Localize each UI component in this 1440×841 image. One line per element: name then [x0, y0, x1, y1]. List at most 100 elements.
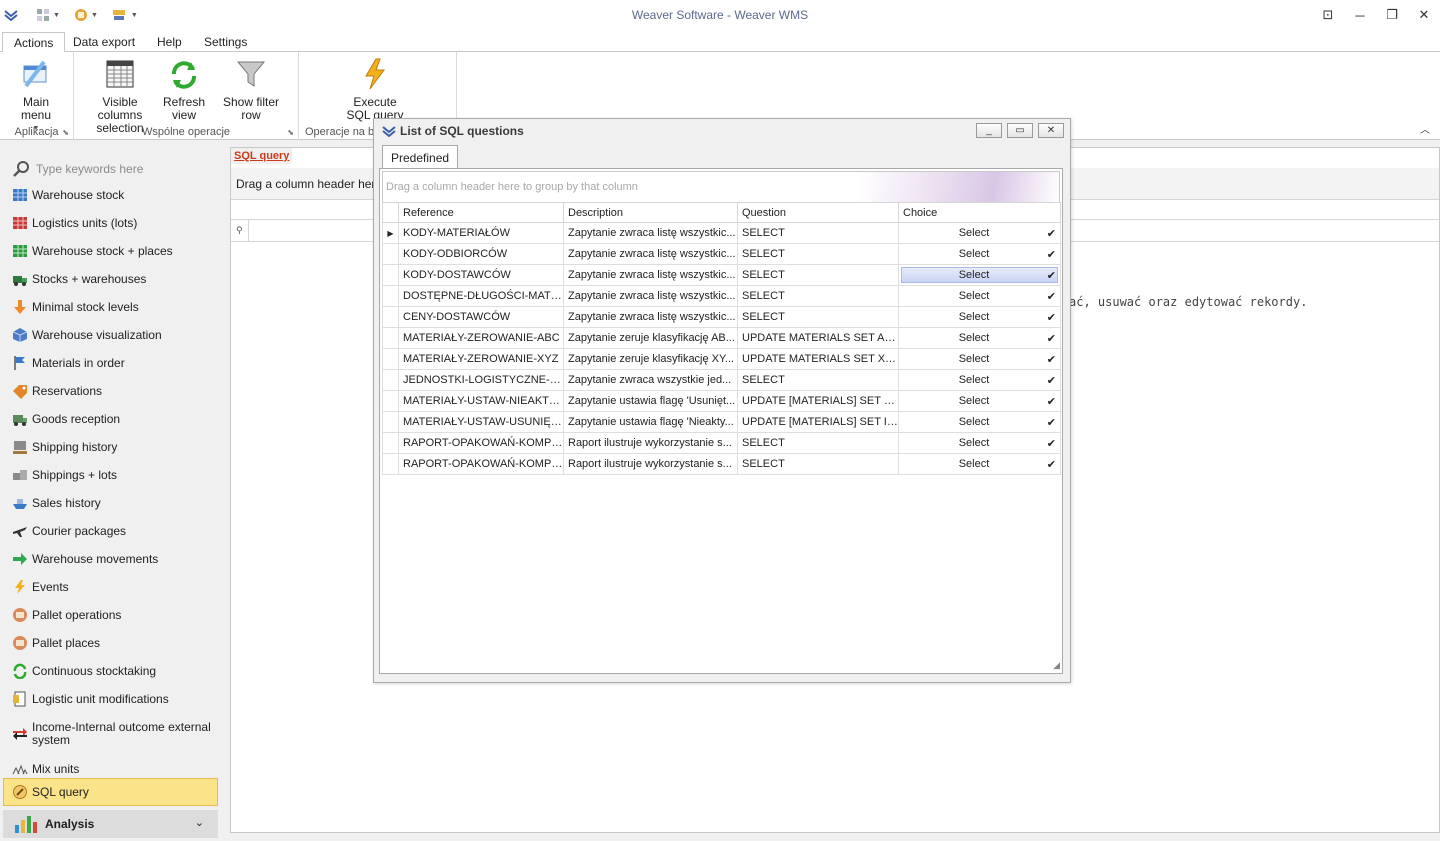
- cell-description[interactable]: Zapytanie ustawia flagę 'Usunięt...: [563, 390, 738, 412]
- choice-value[interactable]: Select: [900, 227, 1050, 239]
- cell-description[interactable]: Zapytanie zwraca listę wszystkic...: [563, 306, 738, 328]
- dropdown-check-icon[interactable]: ✔: [1047, 227, 1056, 240]
- show-filter-row-button[interactable]: Show filter row: [212, 56, 290, 122]
- nav-item-pallet-places[interactable]: Pallet places: [0, 629, 228, 657]
- choice-value[interactable]: Select: [900, 269, 1050, 281]
- cell-question[interactable]: SELECT: [737, 453, 899, 475]
- choice-value[interactable]: Select: [900, 311, 1050, 323]
- table-row[interactable]: MATERIAŁY-USTAW-NIEAKTY... Zapytanie usta…: [382, 390, 1061, 412]
- table-row[interactable]: RAPORT-OPAKOWAŃ-KOMPLE... Raport ilustruj…: [382, 453, 1061, 475]
- tab-predefined[interactable]: Predefined: [382, 145, 459, 169]
- restore-button[interactable]: ❐: [1376, 0, 1408, 30]
- cell-question[interactable]: UPDATE [MATERIALS] SET RE...: [737, 390, 899, 412]
- dropdown-check-icon[interactable]: ✔: [1047, 311, 1056, 324]
- tab-actions[interactable]: Actions: [2, 32, 66, 53]
- tab-help[interactable]: Help: [146, 32, 193, 53]
- search-input[interactable]: Type keywords here: [36, 162, 143, 176]
- cell-reference[interactable]: MATERIAŁY-USTAW-NIEAKTY...: [398, 390, 564, 412]
- focus-icon[interactable]: ⊡: [1312, 0, 1344, 30]
- cell-reference[interactable]: KODY-ODBIORCÓW: [398, 243, 564, 265]
- choice-value[interactable]: Select: [900, 395, 1050, 407]
- dropdown-check-icon[interactable]: ✔: [1047, 374, 1056, 387]
- cell-reference[interactable]: MATERIAŁY-ZEROWANIE-ABC: [398, 327, 564, 349]
- nav-item-events[interactable]: Events: [0, 573, 228, 601]
- column-header-choice[interactable]: Choice: [898, 202, 1061, 223]
- nav-item-minimal-stock-levels[interactable]: Minimal stock levels: [0, 293, 228, 321]
- cell-question[interactable]: SELECT: [737, 222, 899, 244]
- choice-value[interactable]: Select: [900, 248, 1050, 260]
- cell-description[interactable]: Zapytanie zwraca wszystkie jed...: [563, 369, 738, 391]
- nav-item-sql-query[interactable]: SQL query: [3, 778, 218, 806]
- column-header-description[interactable]: Description: [563, 202, 738, 223]
- cell-reference[interactable]: RAPORT-OPAKOWAŃ-KOMPLE...: [398, 453, 564, 475]
- close-button[interactable]: ✕: [1408, 0, 1440, 30]
- cell-question[interactable]: SELECT: [737, 285, 899, 307]
- dialog-minimize-button[interactable]: _: [976, 123, 1002, 138]
- cell-reference[interactable]: JEDNOSTKI-LOGISTYCZNE-NIE...: [398, 369, 564, 391]
- resize-grip-icon[interactable]: ◢: [1053, 660, 1060, 671]
- nav-item-logistics-units-lots[interactable]: Logistics units (lots): [0, 209, 228, 237]
- choice-value[interactable]: Select: [900, 374, 1050, 386]
- dropdown-check-icon[interactable]: ✔: [1047, 290, 1056, 303]
- row-indicator[interactable]: [382, 390, 399, 412]
- cell-choice[interactable]: Select ✔: [898, 432, 1061, 454]
- row-indicator[interactable]: [382, 369, 399, 391]
- visible-columns-button[interactable]: Visible columns selection: [82, 56, 158, 135]
- dropdown-check-icon[interactable]: ✔: [1047, 269, 1056, 282]
- cell-description[interactable]: Raport ilustruje wykorzystanie s...: [563, 453, 738, 475]
- nav-item-continuous-stocktaking[interactable]: Continuous stocktaking: [0, 657, 228, 685]
- table-row[interactable]: KODY-ODBIORCÓW Zapytanie zwraca listę wsz…: [382, 243, 1061, 265]
- cell-reference[interactable]: KODY-MATERIAŁÓW: [398, 222, 564, 244]
- cell-reference[interactable]: RAPORT-OPAKOWAŃ-KOMPLE...: [398, 432, 564, 454]
- cell-reference[interactable]: MATERIAŁY-USTAW-USUNIĘT...: [398, 411, 564, 433]
- dropdown-check-icon[interactable]: ✔: [1047, 437, 1056, 450]
- dropdown-check-icon[interactable]: ✔: [1047, 395, 1056, 408]
- row-indicator[interactable]: [382, 327, 399, 349]
- row-indicator[interactable]: [382, 285, 399, 307]
- cell-description[interactable]: Zapytanie zwraca listę wszystkic...: [563, 222, 738, 244]
- main-menu-button[interactable]: Main menu ▼: [7, 56, 65, 135]
- nav-item-warehouse-stock-places[interactable]: Warehouse stock + places: [0, 237, 228, 265]
- row-indicator[interactable]: [382, 411, 399, 433]
- dialog-close-button[interactable]: ✕: [1038, 123, 1064, 138]
- cell-choice[interactable]: Select ✔: [898, 243, 1061, 265]
- nav-search[interactable]: Type keywords here: [12, 158, 222, 180]
- nav-item-shippings-lots[interactable]: Shippings + lots: [0, 461, 228, 489]
- cell-choice[interactable]: Select ✔: [898, 453, 1061, 475]
- cell-choice[interactable]: Select ✔: [898, 306, 1061, 328]
- cell-description[interactable]: Zapytanie ustawia flagę 'Nieakty...: [563, 411, 738, 433]
- cell-choice[interactable]: Select ✔: [898, 369, 1061, 391]
- row-indicator[interactable]: [382, 348, 399, 370]
- cell-reference[interactable]: KODY-DOSTAWCÓW: [398, 264, 564, 286]
- cell-question[interactable]: SELECT: [737, 264, 899, 286]
- choice-value[interactable]: Select: [900, 437, 1050, 449]
- cell-question[interactable]: UPDATE MATERIALS SET ABC...: [737, 327, 899, 349]
- chevron-down-icon[interactable]: ⌄: [195, 816, 204, 829]
- column-header-question[interactable]: Question: [737, 202, 899, 223]
- row-indicator[interactable]: [382, 306, 399, 328]
- cell-choice[interactable]: Select ✔: [898, 390, 1061, 412]
- row-indicator[interactable]: [382, 243, 399, 265]
- dropdown-check-icon[interactable]: ✔: [1047, 416, 1056, 429]
- nav-item-pallet-operations[interactable]: Pallet operations: [0, 601, 228, 629]
- collapse-ribbon-icon[interactable]: ︿: [1420, 121, 1430, 136]
- choice-value[interactable]: Select: [900, 416, 1050, 428]
- nav-item-sales-history[interactable]: Sales history: [0, 489, 228, 517]
- choice-value[interactable]: Select: [900, 290, 1050, 302]
- cell-choice[interactable]: Select ✔: [898, 222, 1061, 244]
- nav-item-logistic-unit-modifications[interactable]: Logistic unit modifications: [0, 685, 228, 713]
- dialog-launcher-icon[interactable]: ⬊: [62, 128, 69, 137]
- execute-sql-button[interactable]: Execute SQL query: [345, 56, 405, 122]
- choice-value[interactable]: Select: [900, 458, 1050, 470]
- cell-reference[interactable]: CENY-DOSTAWCÓW: [398, 306, 564, 328]
- dialog-title-bar[interactable]: List of SQL questions: [374, 119, 1070, 143]
- cell-choice[interactable]: Select ✔: [898, 327, 1061, 349]
- nav-item-materials-in-order[interactable]: Materials in order: [0, 349, 228, 377]
- nav-item-warehouse-stock[interactable]: Warehouse stock: [0, 181, 228, 209]
- cell-description[interactable]: Zapytanie zwraca listę wszystkic...: [563, 264, 738, 286]
- column-header-reference[interactable]: Reference: [398, 202, 564, 223]
- dropdown-check-icon[interactable]: ✔: [1047, 458, 1056, 471]
- choice-value[interactable]: Select: [900, 332, 1050, 344]
- table-row[interactable]: KODY-DOSTAWCÓW Zapytanie zwraca listę wsz…: [382, 264, 1061, 286]
- table-row[interactable]: MATERIAŁY-USTAW-USUNIĘT... Zapytanie usta…: [382, 411, 1061, 433]
